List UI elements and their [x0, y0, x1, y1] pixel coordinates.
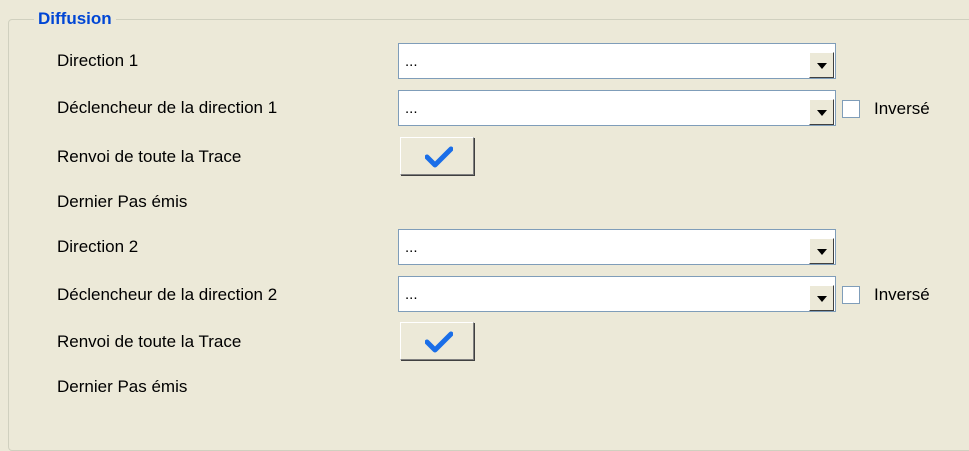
chevron-down-icon[interactable] — [809, 99, 834, 125]
trigger-1-label: Déclencheur de la direction 1 — [57, 98, 278, 117]
direction-1-label: Direction 1 — [57, 51, 139, 70]
resend-trace-1-button[interactable] — [400, 137, 474, 175]
inverse-1-checkbox[interactable] — [842, 100, 860, 118]
resend-trace-1-label: Renvoi de toute la Trace — [57, 147, 242, 166]
resend-trace-2-button[interactable] — [400, 322, 474, 360]
chevron-down-icon[interactable] — [809, 238, 834, 264]
inverse-2-label[interactable]: Inversé — [874, 284, 930, 306]
trigger-1-combo[interactable]: ... — [398, 90, 836, 126]
last-step-1-label: Dernier Pas émis — [57, 192, 188, 211]
last-step-2-label: Dernier Pas émis — [57, 377, 188, 396]
direction-1-combo[interactable]: ... — [398, 43, 836, 79]
direction-2-label: Direction 2 — [57, 237, 139, 256]
direction-2-combo[interactable]: ... — [398, 229, 836, 265]
chevron-down-icon[interactable] — [809, 52, 834, 78]
group-title: Diffusion — [34, 8, 116, 30]
inverse-1-label[interactable]: Inversé — [874, 98, 930, 120]
checkmark-icon — [425, 146, 453, 168]
trigger-2-value: ... — [405, 286, 418, 303]
chevron-down-icon[interactable] — [809, 285, 834, 311]
inverse-2-checkbox[interactable] — [842, 286, 860, 304]
direction-1-value: ... — [405, 53, 418, 70]
trigger-2-combo[interactable]: ... — [398, 276, 836, 312]
trigger-1-value: ... — [405, 100, 418, 117]
checkmark-icon — [425, 331, 453, 353]
resend-trace-2-label: Renvoi de toute la Trace — [57, 332, 242, 351]
trigger-2-label: Déclencheur de la direction 2 — [57, 285, 278, 304]
direction-2-value: ... — [405, 239, 418, 256]
